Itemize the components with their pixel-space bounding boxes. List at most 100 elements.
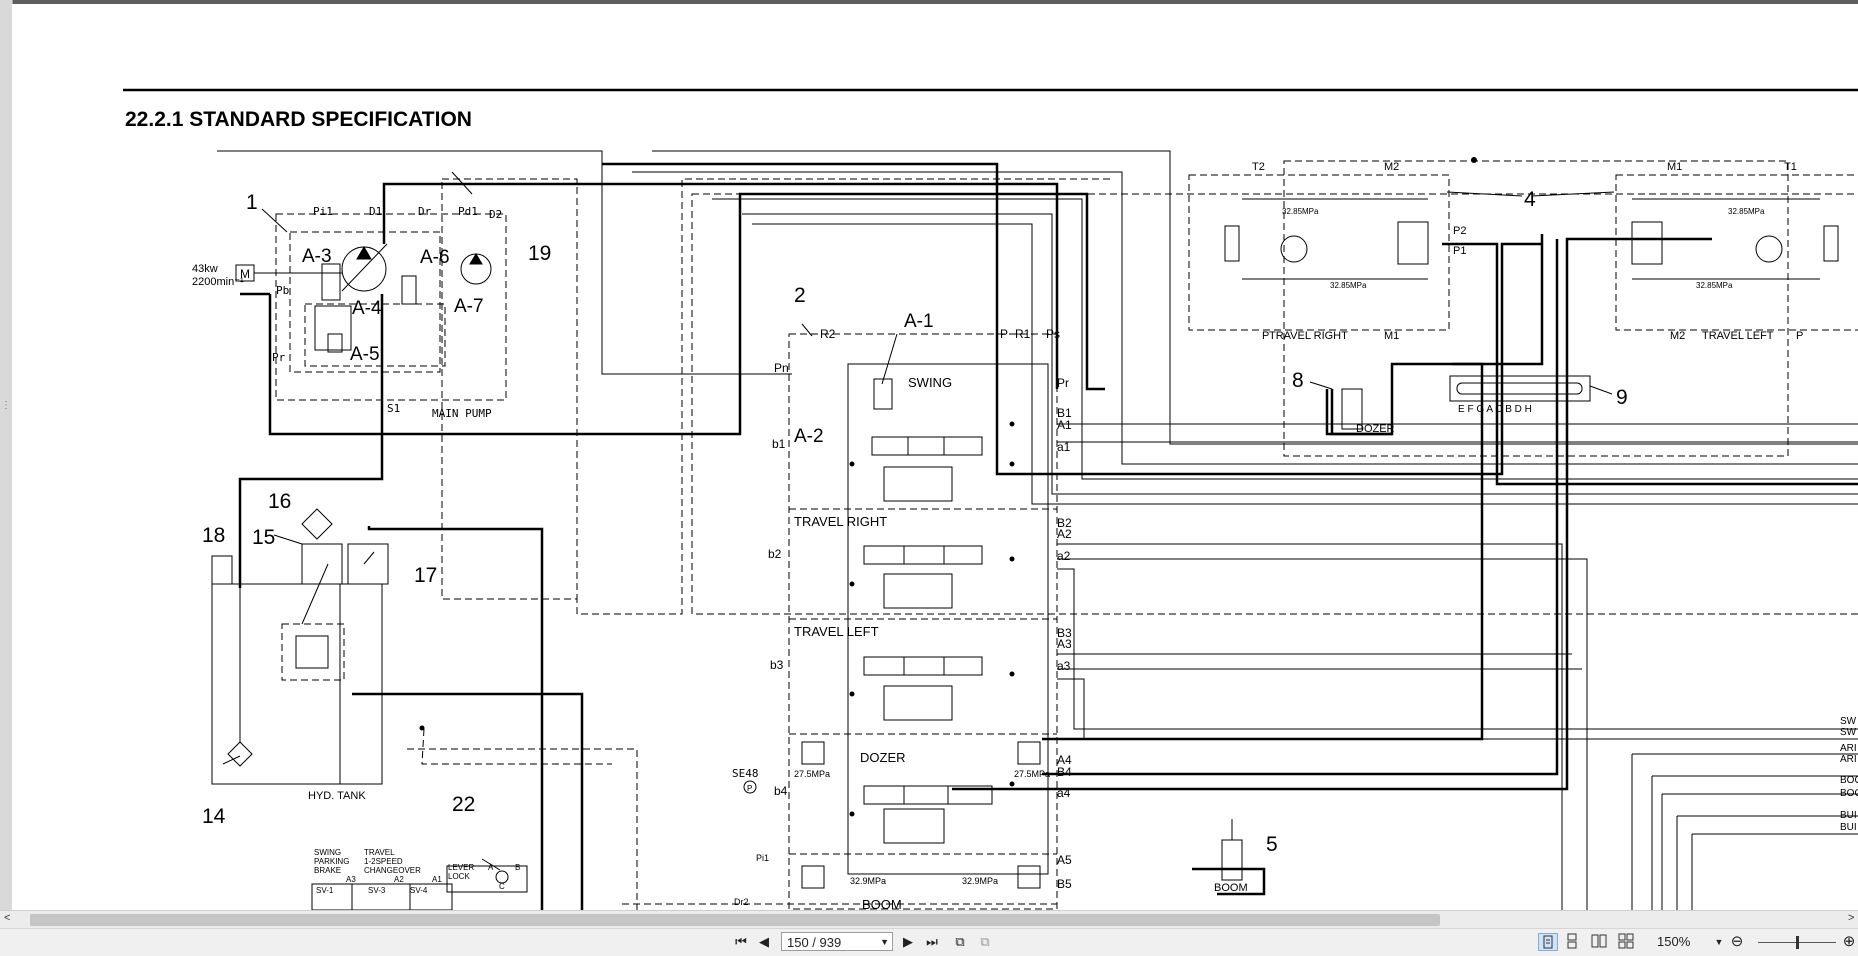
first-page-icon[interactable]: ⏮ <box>731 933 751 951</box>
port-A1: A1 <box>1057 418 1072 432</box>
sv1-label: SV-1 <box>316 886 334 895</box>
zoom-dropdown-icon[interactable]: ▼ <box>1714 933 1724 951</box>
scroll-left-arrow-icon[interactable]: < <box>4 912 10 924</box>
port-m2-top: M2 <box>1384 161 1399 173</box>
prev-page-icon[interactable]: ◀ <box>754 933 774 951</box>
label-a7: A-7 <box>454 296 484 317</box>
port-t2: T2 <box>1252 161 1265 173</box>
port-pr: Pr <box>272 351 286 364</box>
callout-5: 5 <box>1266 833 1278 856</box>
travel-left-pressure-bottom: 32.85MPa <box>1696 281 1733 290</box>
lock-port-b: B <box>515 863 520 872</box>
travel-speed-label: TRAVEL 1-2SPEED CHANGEOVER <box>364 848 421 875</box>
edge-label-4: ARI <box>1840 754 1857 765</box>
port-dr: Dr <box>418 205 432 218</box>
two-page-continuous-view-button[interactable] <box>1617 933 1637 951</box>
travel-right-pressure-top: 32.85MPa <box>1282 207 1319 216</box>
hydraulic-schematic: 22.2.1 STANDARD SPECIFICATION 1 2 4 5 8 … <box>123 88 1858 910</box>
section-travel-right: TRAVEL RIGHT <box>794 514 887 529</box>
callout-22: 22 <box>452 793 475 816</box>
main-pump-label: MAIN PUMP <box>432 407 492 420</box>
port-r2: R2 <box>820 327 836 341</box>
callout-9: 9 <box>1616 386 1628 409</box>
two-page-view-button[interactable] <box>1590 933 1610 951</box>
motor-mark: M <box>240 267 250 281</box>
relief-pressure-boom-left: 32.9MPa <box>850 876 886 886</box>
pressure-sensor-mark: P <box>747 784 752 793</box>
bottom-toolbar: ⏮ ◀ 150 / 939 ▼ ▶ ⏭ ⧉ ⧉ 150% ▼ ⊖ ⊕ <box>0 928 1858 956</box>
edge-label-8: BUI <box>1840 822 1857 833</box>
lock-port-c: C <box>499 882 505 891</box>
horizontal-scrollbar[interactable]: < > <box>0 910 1858 929</box>
edge-label-7: BUI <box>1840 810 1857 821</box>
port-s1: S1 <box>387 402 400 415</box>
zoom-in-icon[interactable]: ⊕ <box>1840 933 1858 951</box>
sv4-label: SV-4 <box>410 886 428 895</box>
continuous-view-button[interactable] <box>1563 933 1583 951</box>
callout-16: 16 <box>268 490 291 513</box>
section-travel-left: TRAVEL LEFT <box>794 624 879 639</box>
port-m1-top: M1 <box>1667 161 1682 173</box>
label-a2: A-2 <box>794 426 824 447</box>
swivel-ports-label: E F G A C B D H <box>1458 404 1532 415</box>
lever-lock-label: LEVER LOCK <box>448 863 474 881</box>
page-number-field[interactable]: 150 / 939 ▼ <box>781 932 893 951</box>
pdf-viewer: ⋮ 22.2.1 STANDARD SPECIFICATION 1 2 4 5 … <box>0 0 1858 956</box>
document-page: 22.2.1 STANDARD SPECIFICATION 1 2 4 5 8 … <box>12 4 1858 910</box>
edge-label-1: SW <box>1840 716 1857 727</box>
section-swing: SWING <box>908 375 952 390</box>
label-a4: A-4 <box>352 298 382 319</box>
callout-18: 18 <box>202 524 225 547</box>
port-pr-v: Pr <box>1057 376 1069 390</box>
port-b2: b2 <box>768 547 782 561</box>
label-a3: A-3 <box>302 246 332 267</box>
single-page-view-button[interactable] <box>1538 933 1558 951</box>
last-page-icon[interactable]: ⏭ <box>922 933 942 951</box>
port-A3: A3 <box>1057 637 1072 651</box>
callout-8: 8 <box>1292 369 1304 392</box>
port-d1: D1 <box>369 205 382 218</box>
edge-label-2: SW <box>1840 727 1857 738</box>
section-title: 22.2.1 STANDARD SPECIFICATION <box>125 108 472 131</box>
drain-label: Dr2 <box>734 897 749 907</box>
port-p2-r: P2 <box>1453 225 1466 237</box>
scroll-right-arrow-icon[interactable]: > <box>1848 912 1854 924</box>
boom-cylinder-label: BOOM <box>1214 882 1248 894</box>
port-pb: Pb <box>276 284 289 297</box>
callout-4: 4 <box>1524 188 1536 211</box>
zoom-slider-thumb[interactable] <box>1796 936 1799 949</box>
port-a1: a1 <box>1057 440 1071 454</box>
port-p-right: P <box>1262 330 1269 342</box>
swing-brake-label: SWING PARKING BRAKE <box>314 848 349 875</box>
dozer-cylinder-label: DOZER <box>1356 423 1395 435</box>
sensor-label: SE48 <box>732 767 759 780</box>
relief-pressure-dozer-right: 27.5MPa <box>1014 769 1050 779</box>
port-pn: Pn <box>774 361 789 375</box>
single-page-icon <box>1543 935 1553 949</box>
label-a1: A-1 <box>904 311 934 332</box>
pump-speed: 2200min⁻¹ <box>192 276 244 288</box>
paste-page-icon[interactable]: ⧉ <box>975 933 995 951</box>
zoom-out-icon[interactable]: ⊖ <box>1728 933 1746 951</box>
sol-port-a3: A3 <box>346 875 356 884</box>
port-ps: Ps <box>1046 327 1060 341</box>
next-page-icon[interactable]: ▶ <box>898 933 918 951</box>
zoom-level[interactable]: 150% <box>1657 933 1707 951</box>
port-A2: A2 <box>1057 527 1072 541</box>
port-A5: A5 <box>1057 853 1072 867</box>
copy-page-icon[interactable]: ⧉ <box>950 933 970 951</box>
port-B5: B5 <box>1057 877 1072 891</box>
port-pi1: Pi1 <box>313 205 333 218</box>
chevron-down-icon[interactable]: ▼ <box>880 933 889 952</box>
two-page-continuous-icon <box>1618 933 1634 949</box>
port-p-left: P <box>1796 330 1803 342</box>
hyd-tank-label: HYD. TANK <box>308 790 366 802</box>
port-a3: a3 <box>1057 659 1071 673</box>
port-r1: R1 <box>1015 327 1031 341</box>
relief-pressure-dozer-left: 27.5MPa <box>794 769 830 779</box>
port-b4: b4 <box>774 784 788 798</box>
port-a2: a2 <box>1057 549 1071 563</box>
travel-right-pressure-bottom: 32.85MPa <box>1330 281 1367 290</box>
scrollbar-thumb[interactable] <box>30 914 1440 926</box>
panel-grip-icon[interactable]: ⋮ <box>1 400 11 430</box>
